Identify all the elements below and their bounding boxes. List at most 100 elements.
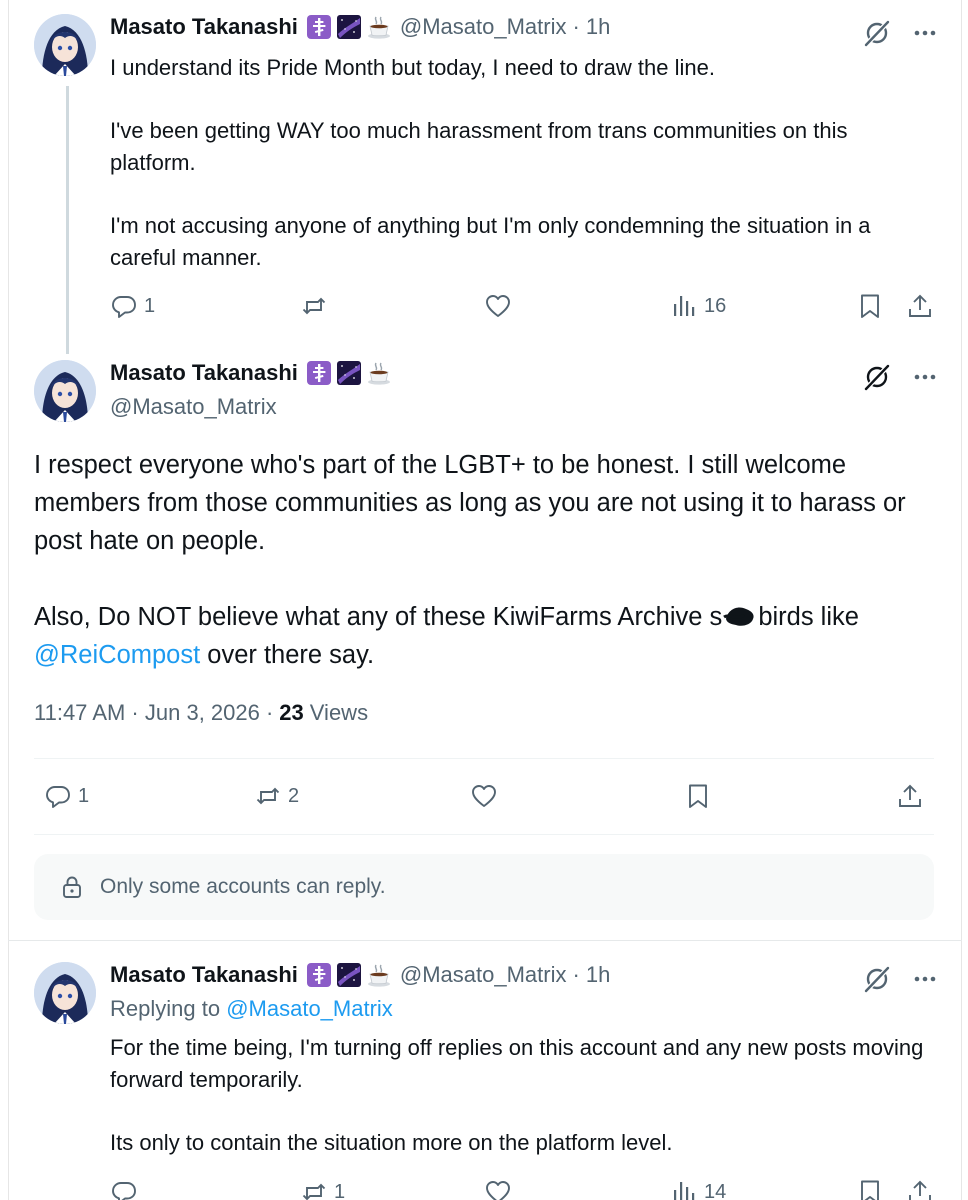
milky-way-emoji	[336, 360, 362, 386]
name-emoji-set	[306, 962, 392, 988]
analytics-icon	[670, 1178, 698, 1200]
more-icon[interactable]	[910, 964, 940, 994]
grok-icon[interactable]	[862, 362, 892, 392]
post-paragraph: I respect everyone who's part of the LGB…	[34, 451, 906, 555]
more-icon[interactable]	[910, 18, 940, 48]
avatar-image	[34, 360, 96, 422]
like-button[interactable]	[470, 782, 498, 810]
views-button[interactable]: 14	[670, 1178, 726, 1200]
post-actions: 1 2	[44, 782, 934, 814]
bookmark-button[interactable]	[856, 1178, 884, 1200]
heart-icon	[484, 292, 512, 320]
mention-link[interactable]: @ReiCompost	[34, 641, 200, 669]
author-handle[interactable]: @Masato_Matrix	[400, 962, 567, 988]
reply-count: 1	[144, 294, 156, 317]
name-emoji-set	[306, 360, 392, 386]
post-top-actions	[862, 964, 940, 994]
separator-dot: ·	[572, 14, 580, 39]
grok-icon[interactable]	[862, 964, 892, 994]
orthodox-cross-emoji	[306, 360, 332, 386]
post-header: Masato Takanashi	[110, 360, 392, 386]
reply-icon	[110, 292, 138, 320]
repost-button[interactable]: 2	[254, 782, 299, 810]
author-name[interactable]: Masato Takanashi	[110, 962, 298, 988]
views-count: 14	[704, 1180, 727, 1200]
repost-icon	[300, 292, 328, 320]
repost-button[interactable]: 1	[300, 1178, 345, 1200]
milky-way-emoji	[336, 14, 362, 40]
post-paragraph: I've been getting WAY too much harassmen…	[110, 118, 848, 175]
author-handle[interactable]: @Masato_Matrix	[400, 14, 567, 40]
repost-icon	[254, 782, 282, 810]
post-time[interactable]: 1h	[586, 962, 610, 988]
divider	[8, 940, 962, 941]
bookmark-icon	[684, 782, 712, 810]
bookmark-button[interactable]	[684, 782, 712, 810]
like-button[interactable]	[484, 1178, 512, 1200]
post-paragraph: Also, Do NOT believe what any of these K…	[34, 598, 934, 674]
name-emoji-set	[306, 14, 392, 40]
author-name[interactable]: Masato Takanashi	[110, 360, 298, 386]
post-actions: 1 14	[110, 1178, 940, 1200]
reply-button[interactable]: 1	[110, 292, 155, 320]
orthodox-cross-emoji	[306, 962, 332, 988]
repost-count: 1	[334, 1180, 346, 1200]
views-label: Views	[309, 700, 369, 725]
like-button[interactable]	[484, 292, 512, 320]
share-button[interactable]	[906, 292, 934, 320]
reply-button[interactable]	[110, 1178, 138, 1200]
reply-restriction-text: Only some accounts can reply.	[100, 875, 386, 898]
thread-connector-line	[66, 86, 69, 354]
post-body: I respect everyone who's part of the LGB…	[34, 446, 934, 674]
more-icon[interactable]	[910, 362, 940, 392]
divider	[34, 758, 934, 759]
views-count: 16	[704, 294, 727, 317]
post-top-actions	[862, 362, 940, 392]
divider	[34, 834, 934, 835]
hot-beverage-emoji	[366, 14, 392, 40]
views-count: 23	[279, 700, 304, 725]
avatar[interactable]	[34, 14, 96, 76]
author-handle[interactable]: @Masato_Matrix	[110, 394, 277, 420]
hot-beverage-emoji	[366, 360, 392, 386]
bookmark-button[interactable]	[856, 292, 884, 320]
reply-button[interactable]: 1	[44, 782, 89, 810]
post-paragraph: I'm not accusing anyone of anything but …	[110, 213, 871, 270]
share-button[interactable]	[896, 782, 924, 810]
analytics-icon	[670, 292, 698, 320]
orthodox-cross-emoji	[306, 14, 332, 40]
hot-beverage-emoji	[366, 962, 392, 988]
author-name[interactable]: Masato Takanashi	[110, 14, 298, 40]
grok-icon[interactable]	[862, 18, 892, 48]
reply-icon	[110, 1178, 138, 1200]
share-icon	[906, 292, 934, 320]
reply-count: 1	[78, 784, 90, 807]
share-icon	[906, 1178, 934, 1200]
replying-mention-link[interactable]: @Masato_Matrix	[226, 996, 393, 1021]
bookmark-icon	[856, 292, 884, 320]
heart-icon	[484, 1178, 512, 1200]
avatar[interactable]	[34, 360, 96, 422]
post-text-segment: over there say.	[200, 641, 375, 669]
scribble-redaction	[722, 602, 758, 628]
repost-count: 2	[288, 784, 300, 807]
lock-icon	[60, 875, 84, 899]
bookmark-icon	[856, 1178, 884, 1200]
replying-to: Replying to @Masato_Matrix	[110, 996, 393, 1022]
post-paragraph: Its only to contain the situation more o…	[110, 1130, 673, 1155]
post-time[interactable]: 1h	[586, 14, 610, 40]
post-timestamp[interactable]: 11:47 AM · Jun 3, 2026 ·	[34, 700, 273, 726]
share-button[interactable]	[906, 1178, 934, 1200]
post-body: I understand its Pride Month but today, …	[110, 52, 930, 274]
views-button[interactable]: 16	[670, 292, 726, 320]
replying-prefix: Replying to	[110, 996, 221, 1021]
avatar[interactable]	[34, 962, 96, 1024]
post-top-actions	[862, 18, 940, 48]
reply-icon	[44, 782, 72, 810]
post-text-segment: Also, Do NOT believe what any of these K…	[34, 603, 723, 631]
repost-button[interactable]	[300, 292, 328, 320]
frame-border-left	[8, 0, 9, 1200]
share-icon	[896, 782, 924, 810]
frame-border-right	[961, 0, 962, 1200]
avatar-image	[34, 14, 96, 76]
